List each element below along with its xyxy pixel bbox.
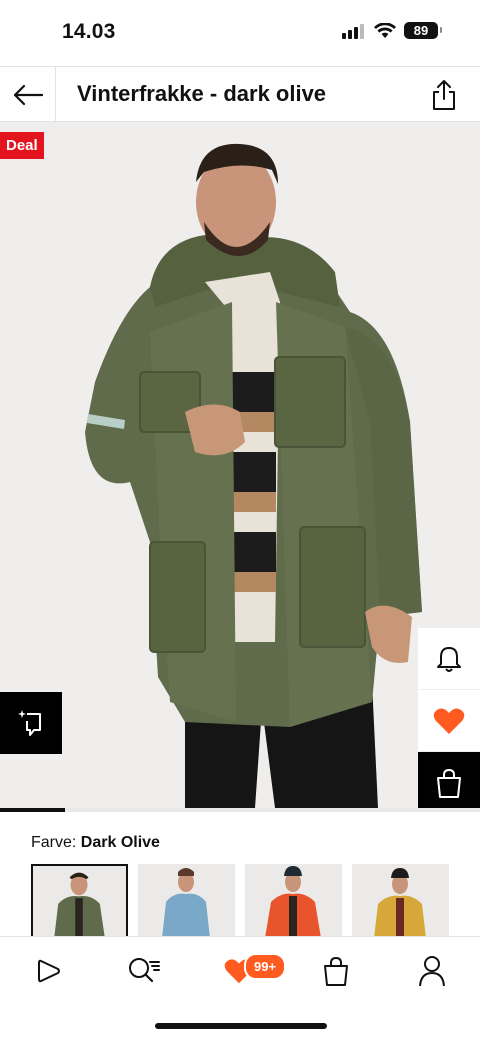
user-icon bbox=[419, 956, 445, 987]
share-button[interactable] bbox=[426, 77, 462, 113]
image-progress-fill bbox=[0, 808, 65, 812]
image-progress-bar bbox=[0, 808, 480, 812]
share-icon bbox=[433, 80, 455, 110]
wishlist-count-badge: 99+ bbox=[244, 953, 287, 980]
side-actions bbox=[418, 628, 480, 812]
battery-icon: 89 bbox=[404, 22, 442, 39]
nav-bag[interactable] bbox=[312, 951, 360, 991]
variant-thumbnail bbox=[162, 868, 210, 938]
heart-filled-icon bbox=[433, 708, 465, 734]
bag-icon bbox=[324, 956, 348, 986]
nav-home[interactable] bbox=[24, 951, 72, 991]
deal-badge: Deal bbox=[0, 132, 44, 159]
back-button[interactable] bbox=[0, 67, 56, 122]
product-photo bbox=[85, 143, 422, 808]
product-image-carousel[interactable]: Deal bbox=[0, 122, 480, 812]
bottom-nav: 99+ bbox=[0, 936, 480, 1039]
notify-button[interactable] bbox=[418, 628, 480, 690]
nav-profile[interactable] bbox=[408, 951, 456, 991]
compare-button[interactable] bbox=[0, 692, 62, 754]
nav-search[interactable] bbox=[120, 951, 168, 991]
color-selector: Farve: Dark Olive bbox=[0, 812, 480, 938]
page-title: Vinterfrakke - dark olive bbox=[77, 81, 327, 106]
status-bar: 14.03 89 bbox=[0, 0, 480, 66]
color-variant-list bbox=[31, 864, 449, 938]
search-icon bbox=[129, 958, 160, 983]
home-indicator bbox=[155, 1023, 327, 1029]
sparkle-frame-icon bbox=[18, 710, 41, 736]
variant-thumbnail bbox=[54, 872, 105, 936]
color-variant-dark-olive[interactable] bbox=[31, 864, 128, 938]
favorite-button[interactable] bbox=[418, 690, 480, 752]
signal-icon bbox=[342, 23, 364, 39]
color-variant-yellow[interactable] bbox=[352, 864, 449, 938]
variant-thumbnail bbox=[265, 866, 321, 938]
bag-icon bbox=[437, 768, 461, 798]
arrow-left-icon bbox=[13, 84, 43, 105]
play-icon bbox=[38, 959, 60, 983]
color-variant-blue[interactable] bbox=[138, 864, 235, 938]
bell-icon bbox=[437, 646, 461, 672]
color-label-prefix: Farve: bbox=[31, 834, 77, 851]
wifi-icon bbox=[374, 22, 396, 38]
color-variant-orange[interactable] bbox=[245, 864, 342, 938]
color-label: Farve: Dark Olive bbox=[31, 834, 160, 852]
variant-thumbnail bbox=[374, 868, 426, 938]
header-bar: Vinterfrakke - dark olive bbox=[0, 66, 480, 122]
add-to-bag-button[interactable] bbox=[418, 752, 480, 812]
status-time: 14.03 bbox=[62, 20, 116, 43]
status-icons: 89 bbox=[342, 22, 442, 39]
color-label-value: Dark Olive bbox=[80, 834, 160, 851]
